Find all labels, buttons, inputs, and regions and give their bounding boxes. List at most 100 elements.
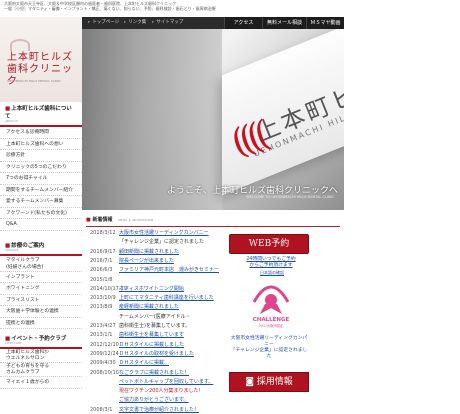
logo-name-line-1: 上本町ヒルズ <box>7 52 73 63</box>
news-text[interactable]: 院長ページが出来ました <box>119 257 239 267</box>
about-sub: ABOUT US <box>5 120 18 123</box>
news-text[interactable]: 文字文書で治療が紹介されました！ <box>119 406 239 414</box>
news-text[interactable]: 顧田新聞に掲載されました <box>119 248 239 258</box>
news-heading: ■ 新着情報 NEWS ＆ INFORMATION <box>86 216 153 223</box>
event-heading: ■イベント・予約クラブ EVENT CLUB <box>0 332 82 349</box>
challenge-badge-icon: CHALLENGE 2017大阪市認定 <box>252 285 290 328</box>
sidebar-item-team[interactable]: 期間をするチームメンバー紹介 <box>0 185 82 196</box>
news-text[interactable]: 上町にてマタニティ歯科講座を行いました <box>119 294 239 304</box>
recruit-button[interactable]: ◙ 採用情報 <box>229 372 309 392</box>
news-text: チームメンバー(医療アイドル・ <box>119 313 191 320</box>
nav-item-label: トップページ <box>92 20 120 25</box>
challenge-badge-label: CHALLENGE <box>253 317 290 323</box>
news-text[interactable]: ご協力ありがとうございます。 <box>119 396 239 406</box>
logo-name-en: UEHONMACHI HILLS DENTAL CLINIC <box>7 79 61 83</box>
news-row: 2015/1/8 <box>86 276 340 286</box>
challenge-text-line-1: 大阪市女性活躍リーディングカンパニー <box>230 336 308 347</box>
about-heading: ■上本町ヒルズ歯科について ABOUT US <box>0 102 82 127</box>
logo-mark-icon <box>10 39 30 51</box>
lang-link[interactable]: 日本語の確認 <box>252 270 292 276</box>
sidebar-item-seven[interactable]: 7つのお得チャイル <box>0 173 82 185</box>
sidebar-item-recruit[interactable]: 愛するチームメンバー募集 <box>0 196 82 208</box>
sidebar-item-policy[interactable]: 診療方針 <box>0 150 82 162</box>
news-date: 2012/12/10 <box>90 341 119 348</box>
news-date: 2013/1/1 <box>90 332 113 339</box>
access-button[interactable]: アクセス <box>224 17 262 29</box>
right-sidebar <box>344 210 460 414</box>
nav-item-label: リンク集 <box>128 20 147 25</box>
bullet-icon: ■ <box>86 217 91 223</box>
sidebar-item-baby[interactable]: マイエイ１歳からの <box>0 377 82 389</box>
news-row: 2008/3/1 文字文書で治療が紹介されました！ <box>86 406 340 414</box>
news-date: 2015/1/8 <box>90 276 113 283</box>
sidebar-item-school[interactable]: 大阪歯＋学体験との連携 <box>0 306 82 318</box>
nav-item-top[interactable]: ▸ トップページ <box>84 17 123 29</box>
news-row: 2016/6/3 ファミリア神戸元町本店 運みがきセミナー <box>86 266 340 276</box>
news-text[interactable]: ＤＨスタイルの取材を受けました <box>119 350 239 360</box>
challenge-badge-year: 2017大阪市認定 <box>259 323 284 328</box>
news-date: 2009/12/24 <box>90 350 119 357</box>
sidebar-item-partner[interactable]: 提携との連携 <box>0 318 82 329</box>
hero-caption-en: WELCOME TO UEHONMACHI HILLS DENTAL CLINI… <box>246 195 334 199</box>
news-text: 「チャレンジ企業」に認定されました <box>119 239 204 246</box>
hero-banner: 上本町ヒルズ UEHONMACHI HILLS (((( ようこそ、上本町ヒルズ… <box>82 29 344 210</box>
nav-bullet-icon: ▸ <box>152 20 155 25</box>
nav-bullet-icon: ▸ <box>88 20 91 25</box>
nav-item-label: サイトマップ <box>156 20 184 25</box>
news-text[interactable]: オフィスホワイトニング開始 <box>119 285 239 295</box>
news-text: 歯科衛生士)を募集しています。 <box>119 323 191 329</box>
news-date: 2009/4/30 <box>90 360 116 367</box>
news-text[interactable]: ペットボトルキャップを回収しています。 <box>119 378 239 388</box>
sidebar-item-price[interactable]: プライスリスト <box>0 295 82 306</box>
challenge-text-line-2: 「チャレンジ企業」に認定されました <box>230 348 308 359</box>
news-date: 2016/9/17 <box>90 248 116 255</box>
sidebar-item-qa[interactable]: Q&A <box>0 219 82 231</box>
nav-item-sitemap[interactable]: ▸ サイトマップ <box>148 17 187 29</box>
logo[interactable]: 上本町ヒルズ 歯科クリニック UEHONMACHI HILLS DENTAL C… <box>0 17 82 102</box>
news-text[interactable]: 現在ワクチン200人分集まりました！ <box>119 387 239 397</box>
challenge-text[interactable]: 大阪市女性活躍リーディングカンパニー 「チャレンジ企業」に認定されました <box>229 336 309 360</box>
news-text[interactable]: ファミリア神戸元町本店 運みがきセミナー <box>119 266 239 276</box>
news-date: 2016/7/1 <box>90 257 113 264</box>
about-title: 上本町ヒルズ歯科について <box>5 106 72 120</box>
news-row: 2016/7/1 院長ページが出来ました <box>86 257 340 267</box>
site-intro: 大阪府大阪市天王寺区、大阪＆中学校区圏内の歯医者・歯科医院、上本町ヒルズ歯科クリ… <box>0 0 460 17</box>
news-date: 2016/6/3 <box>90 267 113 274</box>
mobile-button[interactable]: ＭＳマヤ動画 <box>306 17 344 29</box>
news-date: 2018/3/12 <box>90 230 116 236</box>
recruit-icon: ◙ <box>245 377 257 387</box>
sidebar-item-access[interactable]: アクセス＆診療時間 <box>0 127 82 139</box>
news-text[interactable]: 産経新聞に掲載されました <box>119 303 239 313</box>
news-row: 2014/10/17-19 オフィスホワイトニング開始 <box>86 285 340 295</box>
news-row: 2013/4/27 歯科衛生士)を募集しています。 <box>86 322 340 332</box>
sidebar-item-philosophy[interactable]: 上本町ヒルズ歯科への想い <box>0 139 82 150</box>
news-date: 2013/10/9 <box>90 295 116 302</box>
web-reserve-button[interactable]: WEB予約 <box>229 234 309 254</box>
news-text[interactable]: 歯科衛生士を募集しています <box>119 331 239 341</box>
sidebar-item-kamkam[interactable]: 子どもの育ちを守る カムカムクラブ <box>0 363 82 377</box>
nav-item-links[interactable]: ▸ リンク集 <box>120 17 150 29</box>
news-title: 新着情報 <box>92 217 113 223</box>
news-date: 2008/10/10 <box>90 369 119 376</box>
news-text[interactable]: 大阪市女性活躍リーディングカンパニー <box>119 229 239 239</box>
sidebar-item-whitening[interactable]: ホワイトニング <box>0 283 82 295</box>
news-text[interactable]: ＤＨスタイルに掲載、 <box>119 359 239 369</box>
sidebar: ■上本町ヒルズ歯科について ABOUT US アクセス＆診療時間 上本町ヒルズ歯… <box>0 102 82 414</box>
free-mail-button[interactable]: 無料メール相談 <box>262 17 306 29</box>
sidebar-item-maternity[interactable]: マタイルクラブ (妊婦さんの場合) <box>0 256 82 272</box>
news-row: 2009/4/30 ＤＨスタイルに掲載、 <box>86 359 340 369</box>
news-text[interactable]: ＤＨスタイルに掲載しました <box>119 341 239 351</box>
sidebar-item-salon[interactable]: 上本町ヒルズ歯科ｶﾝ ウエルネルサロン <box>0 349 82 363</box>
news-date: 2013/8/9 <box>90 304 113 311</box>
bullet-icon: ■ <box>5 242 11 249</box>
event-sub: EVENT CLUB <box>5 342 21 345</box>
sidebar-item-culture[interactable]: アクワーンド(私たちの文化) <box>0 208 82 219</box>
web-reserve-note-link[interactable]: 24時間いつでもご予約からご予約頂けます <box>246 257 296 269</box>
news-subtitle: NEWS ＆ INFORMATION <box>118 218 154 222</box>
nav-bullet-icon: ▸ <box>124 20 127 25</box>
news-row: チームメンバー(医療アイドル・ <box>86 313 340 323</box>
sidebar-item-five-points[interactable]: クリニックの5つのこだわり <box>0 162 82 173</box>
guide-heading: ■診療のご案内 GUIDANCE <box>0 239 82 256</box>
sidebar-item-implant[interactable]: インプラント <box>0 272 82 283</box>
news-text[interactable]: なごクラブに掲載されました！ <box>119 369 239 379</box>
